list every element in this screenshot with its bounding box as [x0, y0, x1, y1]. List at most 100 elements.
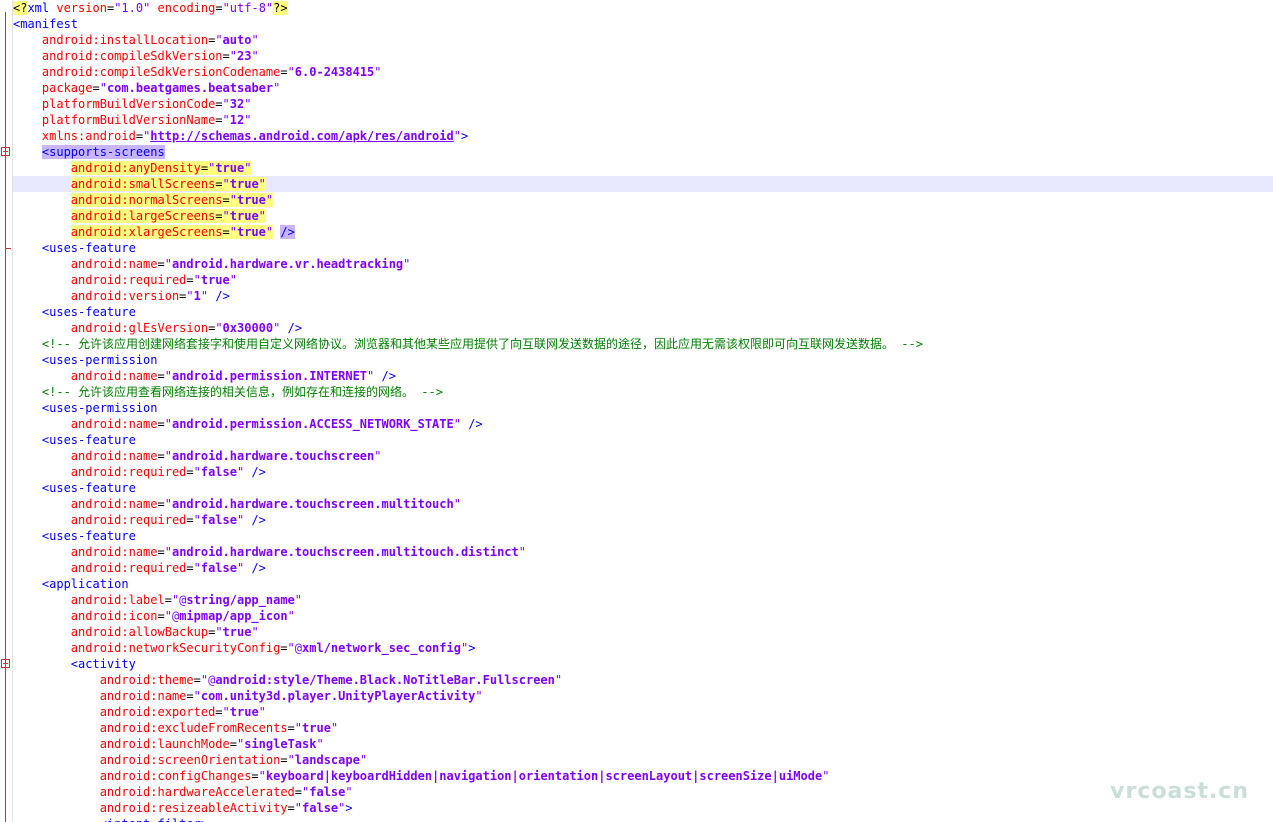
code-token: ": [164, 257, 172, 271]
code-token: =: [215, 177, 223, 191]
code-line[interactable]: android:required="false" />: [13, 560, 1273, 576]
code-token: android:name: [70, 417, 158, 431]
code-line[interactable]: android:normalScreens="true": [13, 192, 1273, 208]
code-token: 12: [229, 113, 245, 127]
code-token: "@: [200, 673, 216, 687]
code-line[interactable]: android:launchMode="singleTask": [13, 736, 1273, 752]
code-token: android.hardware.touchscreen.multitouch: [171, 497, 454, 511]
code-token: android:label: [70, 593, 165, 607]
code-token: <supports-screens: [41, 145, 165, 159]
code-token: ": [193, 689, 201, 703]
code-token: ": [251, 49, 259, 63]
code-line[interactable]: android:networkSecurityConfig="@xml/netw…: [13, 640, 1273, 656]
code-token: android:glEsVersion: [70, 321, 209, 335]
code-line[interactable]: <intent-filter>: [13, 816, 1273, 822]
code-line[interactable]: android:xlargeScreens="true" />: [13, 224, 1273, 240]
code-token: android.hardware.vr.headtracking: [171, 257, 404, 271]
code-line[interactable]: android:required="false" />: [13, 464, 1273, 480]
code-token: keyboard|keyboardHidden|navigation|orien…: [265, 769, 823, 783]
code-line[interactable]: android:name="android.hardware.touchscre…: [13, 448, 1273, 464]
code-line[interactable]: android:compileSdkVersion="23": [13, 48, 1273, 64]
code-line[interactable]: android:label="@string/app_name": [13, 592, 1273, 608]
code-line[interactable]: android:allowBackup="true": [13, 624, 1273, 640]
code-token: ": [229, 193, 237, 207]
code-token: ": [258, 177, 266, 191]
code-line[interactable]: android:anyDensity="true": [13, 160, 1273, 176]
code-line[interactable]: <uses-feature: [13, 432, 1273, 448]
code-token: android:hardwareAccelerated: [99, 785, 295, 799]
code-line[interactable]: <!-- 允许该应用创建网络套接字和使用自定义网络协议。浏览器和其他某些应用提供…: [13, 336, 1273, 352]
code-line[interactable]: android:name="com.unity3d.player.UnityPl…: [13, 688, 1273, 704]
code-line[interactable]: android:installLocation="auto": [13, 32, 1273, 48]
code-token: <intent-filter>: [100, 817, 208, 822]
code-line[interactable]: android:name="android.permission.INTERNE…: [13, 368, 1273, 384]
code-line[interactable]: android:name="android.hardware.vr.headtr…: [13, 256, 1273, 272]
code-token: ": [345, 785, 353, 799]
code-line[interactable]: platformBuildVersionCode="32": [13, 96, 1273, 112]
code-line[interactable]: android:name="android.hardware.touchscre…: [13, 544, 1273, 560]
code-token: ": [193, 561, 201, 575]
code-token: ": [258, 705, 266, 719]
code-line[interactable]: <uses-permission: [13, 352, 1273, 368]
code-line[interactable]: platformBuildVersionName="12": [13, 112, 1273, 128]
code-editor[interactable]: <?xml version="1.0" encoding="utf-8"?> <m…: [0, 0, 1273, 822]
code-line[interactable]: <uses-permission: [13, 400, 1273, 416]
code-token: true: [215, 161, 245, 175]
code-token: android:smallScreens: [70, 177, 216, 191]
code-line[interactable]: package="com.beatgames.beatsaber": [13, 80, 1273, 96]
code-token: =: [157, 609, 165, 623]
code-line[interactable]: <activity: [13, 656, 1273, 672]
code-token: xml/network_sec_config: [302, 641, 461, 655]
code-line[interactable]: <application: [13, 576, 1273, 592]
code-line[interactable]: android:configChanges="keyboard|keyboard…: [13, 768, 1273, 784]
code-line[interactable]: android:largeScreens="true": [13, 208, 1273, 224]
code-token: <?: [13, 1, 28, 15]
code-token: android:required: [70, 513, 187, 527]
code-token: ": [273, 81, 281, 95]
code-line[interactable]: android:version="1" />: [13, 288, 1273, 304]
code-token: ": [99, 81, 107, 95]
code-line[interactable]: <uses-feature: [13, 528, 1273, 544]
code-line[interactable]: <manifest: [13, 16, 1273, 32]
code-line[interactable]: <supports-screens: [13, 144, 1273, 160]
code-line[interactable]: android:excludeFromRecents="true": [13, 720, 1273, 736]
code-area[interactable]: <?xml version="1.0" encoding="utf-8"?> <m…: [13, 0, 1273, 822]
code-line[interactable]: xmlns:android= "http://schemas.android.co…: [13, 128, 1273, 144]
code-line[interactable]: android:name="android.hardware.touchscre…: [13, 496, 1273, 512]
code-line[interactable]: android:glEsVersion="0x30000" />: [13, 320, 1273, 336]
fold-margin[interactable]: [0, 0, 13, 822]
code-token: ": [164, 369, 172, 383]
code-token: =: [164, 593, 172, 607]
code-line[interactable]: android:name="android.permission.ACCESS_…: [13, 416, 1273, 432]
code-token: android:launchMode: [99, 737, 230, 751]
code-line[interactable]: android:exported="true": [13, 704, 1273, 720]
code-line[interactable]: android:icon="@mipmap/app_icon": [13, 608, 1273, 624]
code-line[interactable]: android:screenOrientation="landscape": [13, 752, 1273, 768]
code-line[interactable]: android:resizeableActivity="false">: [13, 800, 1273, 816]
code-line[interactable]: <?xml version="1.0" encoding="utf-8"?>: [13, 0, 1273, 16]
code-token: ": [164, 417, 172, 431]
code-token: ": [359, 753, 368, 767]
code-token: ": [193, 273, 201, 287]
code-line[interactable]: <!-- 允许该应用查看网络连接的相关信息，例如存在和连接的网络。 -->: [13, 384, 1273, 400]
code-token: ?>: [273, 1, 288, 15]
code-token: android.permission.ACCESS_NETWORK_STATE: [171, 417, 454, 431]
code-token: <activity: [70, 657, 136, 671]
code-token: xml: [27, 1, 50, 15]
code-line[interactable]: android:required="false" />: [13, 512, 1273, 528]
code-line[interactable]: android:theme="@android:style/Theme.Blac…: [13, 672, 1273, 688]
code-token: ": [294, 593, 303, 607]
code-line[interactable]: <uses-feature: [13, 480, 1273, 496]
code-token: android:anyDensity: [70, 161, 201, 175]
code-token: android:largeScreens: [70, 209, 216, 223]
code-line[interactable]: android:hardwareAccelerated="false": [13, 784, 1273, 800]
code-line[interactable]: <uses-feature: [13, 304, 1273, 320]
code-token: true: [229, 705, 259, 719]
code-line[interactable]: android:smallScreens="true": [13, 176, 1273, 192]
code-token: 32: [229, 97, 245, 111]
code-line[interactable]: android:required="true": [13, 272, 1273, 288]
code-line[interactable]: <uses-feature: [13, 240, 1273, 256]
code-token: android.hardware.touchscreen: [171, 449, 375, 463]
code-line[interactable]: android:compileSdkVersionCodename="6.0-2…: [13, 64, 1273, 80]
code-token: android:compileSdkVersion: [41, 49, 223, 63]
